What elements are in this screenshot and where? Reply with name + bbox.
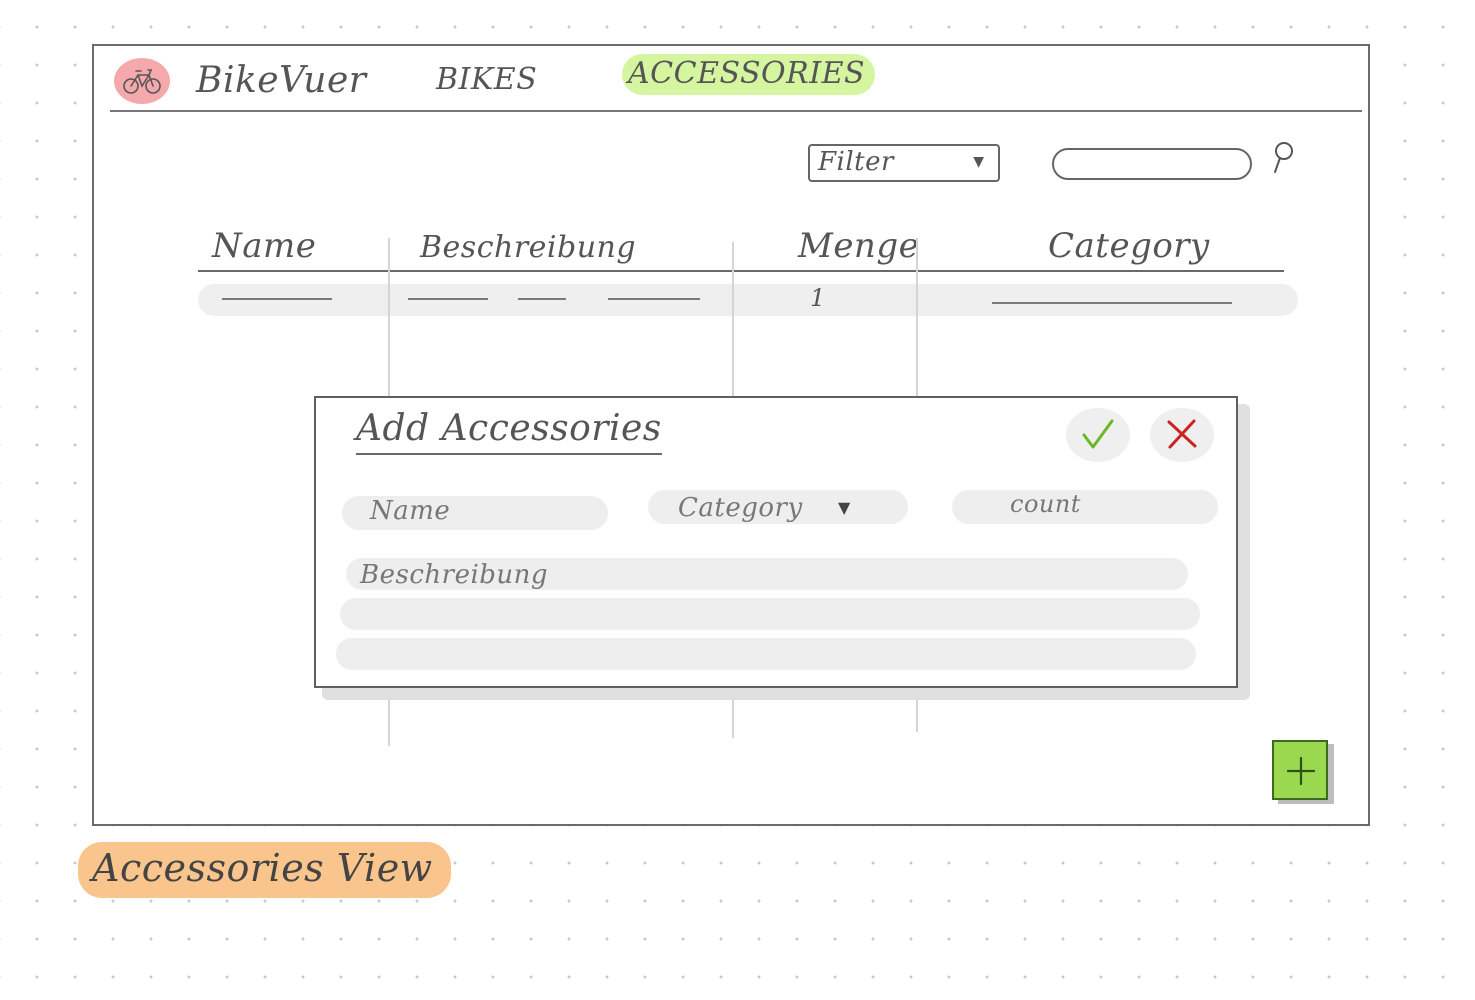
category-select[interactable]: Category ▼ [648,490,908,524]
column-header-category[interactable]: Category [1048,226,1210,266]
count-input[interactable]: count [952,490,1218,524]
cell-menge: 1 [810,284,826,312]
app-window: BikeVuer BIKES ACCESSORIES Filter ▼ Name… [92,44,1370,826]
search-input[interactable] [1052,148,1252,180]
dialog-title: Add Accessories [356,408,662,455]
filter-select[interactable]: Filter ▼ [808,144,1000,182]
column-header-menge[interactable]: Menge [798,226,919,266]
bike-icon [123,69,161,94]
column-header-name[interactable]: Name [212,226,316,266]
check-icon [1082,419,1114,449]
textarea-line [336,638,1196,670]
nav-divider [110,110,1362,112]
search-icon[interactable] [1270,140,1296,176]
table-header-divider [198,270,1284,272]
cell-name-placeholder [222,298,332,300]
add-accessories-dialog: Add Accessories Name Category ▼ count Be… [314,396,1238,688]
cell-description-placeholder [408,298,488,300]
name-placeholder: Name [370,496,451,526]
description-textarea[interactable]: Beschreibung [336,558,1200,672]
confirm-button[interactable] [1066,408,1130,462]
description-placeholder: Beschreibung [360,560,549,590]
nav-item-bikes[interactable]: BIKES [436,62,537,97]
app-logo[interactable] [114,58,170,104]
table-row[interactable]: 1 [198,284,1298,316]
filter-label: Filter [818,147,894,177]
name-input[interactable]: Name [342,496,608,530]
cell-description-placeholder [608,298,700,300]
chevron-down-icon: ▼ [973,154,984,170]
cell-category-placeholder [992,302,1232,304]
column-header-beschreibung[interactable]: Beschreibung [420,230,636,265]
category-placeholder: Category [678,493,803,523]
app-name: BikeVuer [196,60,367,101]
cancel-button[interactable] [1150,408,1214,462]
nav-item-accessories[interactable]: ACCESSORIES [622,54,876,95]
view-caption: Accessories View [78,842,451,898]
plus-icon [1286,756,1316,786]
count-placeholder: count [1010,490,1081,518]
add-accessory-button[interactable] [1272,740,1328,800]
cell-description-placeholder [518,298,566,300]
close-icon [1167,419,1197,449]
textarea-line [340,598,1200,630]
chevron-down-icon: ▼ [838,498,851,517]
